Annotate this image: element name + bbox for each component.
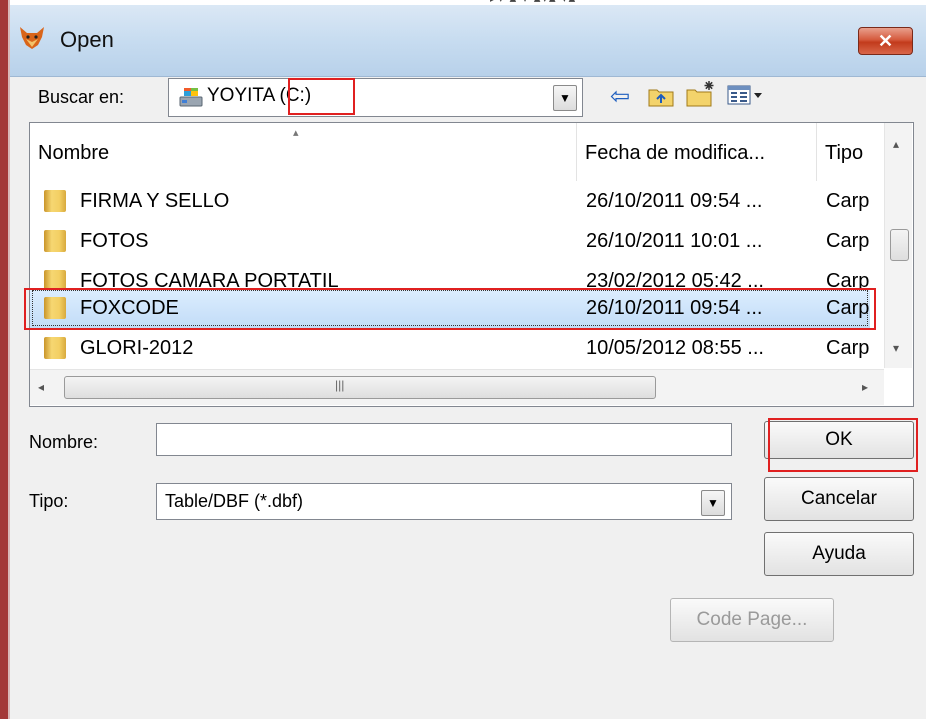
vertical-scroll-thumb[interactable] — [890, 229, 909, 261]
code-page-button: Code Page... — [670, 598, 834, 642]
file-list[interactable]: Nombre ▴ Fecha de modifica... Tipo FIRMA… — [29, 122, 914, 407]
window-left-edge — [0, 0, 8, 719]
folder-icon — [44, 230, 66, 252]
table-row[interactable]: FIRMA Y SELLO 26/10/2011 09:54 ... Carpe — [30, 181, 870, 221]
row-type: Carpe — [826, 230, 870, 252]
row-type: Carpe — [826, 337, 870, 359]
chevron-down-icon[interactable]: ▼ — [553, 85, 577, 111]
folder-icon — [44, 190, 66, 212]
drive-icon — [179, 88, 203, 107]
scroll-right-icon[interactable]: ▸ — [862, 380, 868, 394]
scroll-up-icon[interactable]: ▴ — [893, 137, 899, 151]
close-button[interactable]: ✕ — [858, 27, 913, 55]
column-header-name-label: Nombre — [38, 142, 110, 164]
row-date: 26/10/2011 10:01 ... — [586, 230, 763, 252]
view-menu-icon[interactable] — [727, 84, 767, 106]
column-header-type-label: Tipo — [825, 142, 864, 164]
vertical-scrollbar[interactable]: ▴ ▾ — [884, 123, 912, 368]
scroll-left-icon[interactable]: ◂ — [38, 380, 44, 394]
column-header-date[interactable]: Fecha de modifica... — [577, 123, 817, 181]
filename-label: Nombre: — [29, 432, 99, 452]
filetype-value: Table/DBF (*.dbf) — [165, 491, 304, 511]
title-bar[interactable] — [10, 5, 926, 77]
highlight-drive-letter — [288, 78, 355, 115]
cancel-button[interactable]: Cancelar — [764, 477, 914, 521]
filetype-label: Tipo: — [29, 491, 69, 511]
sort-ascending-icon: ▴ — [293, 127, 299, 139]
scroll-grip: ||| — [335, 378, 345, 392]
fox-app-icon — [20, 27, 44, 49]
filetype-combo[interactable]: Table/DBF (*.dbf) ▼ — [156, 483, 732, 520]
highlight-ok-button — [768, 418, 918, 472]
row-name: GLORI-2012 — [80, 337, 194, 359]
horizontal-scroll-thumb[interactable]: ||| — [64, 376, 656, 399]
up-folder-icon[interactable] — [648, 85, 674, 107]
row-date: 10/05/2012 08:55 ... — [586, 337, 764, 359]
row-date: 26/10/2011 09:54 ... — [586, 190, 763, 212]
back-icon[interactable]: ⇦ — [610, 82, 630, 111]
column-header-type[interactable]: Tipo — [817, 123, 885, 181]
new-folder-icon[interactable] — [686, 80, 716, 108]
row-name: FIRMA Y SELLO — [80, 190, 230, 212]
window-title: Open — [60, 27, 114, 52]
column-header-name[interactable]: Nombre — [30, 123, 577, 181]
row-type: Carpe — [826, 190, 870, 212]
help-button[interactable]: Ayuda — [764, 532, 914, 576]
chevron-down-icon[interactable]: ▼ — [701, 490, 725, 516]
lookin-combo[interactable]: YOYITA (C:) ▼ — [168, 78, 583, 117]
lookin-label: Buscar en: — [38, 87, 125, 107]
table-row[interactable]: GLORI-2012 10/05/2012 08:55 ... Carpe — [30, 328, 870, 368]
filename-input[interactable] — [156, 423, 732, 456]
folder-icon — [44, 337, 66, 359]
highlight-selected-row — [24, 288, 876, 330]
table-row[interactable]: FOTOS 26/10/2011 10:01 ... Carpe — [30, 221, 870, 261]
scroll-down-icon[interactable]: ▾ — [893, 341, 899, 355]
column-header-date-label: Fecha de modifica... — [585, 142, 766, 164]
horizontal-scrollbar[interactable]: ◂ ||| ▸ — [30, 369, 884, 405]
row-name: FOTOS — [80, 230, 149, 252]
